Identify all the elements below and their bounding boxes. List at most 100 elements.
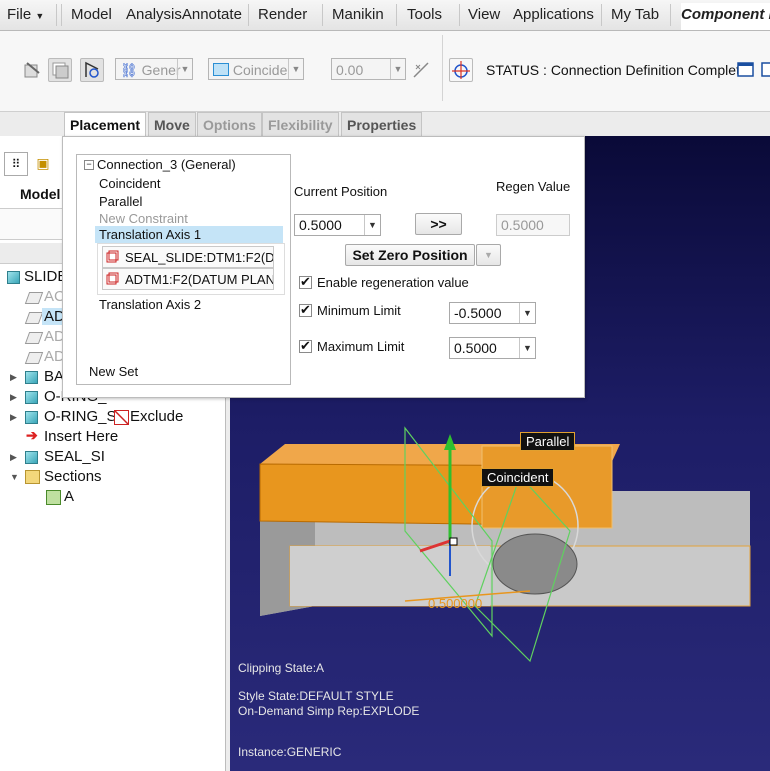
translation-axis-2[interactable]: Translation Axis 2: [99, 297, 201, 312]
tree-item-sections[interactable]: Sections: [44, 468, 102, 485]
reference-seal-slide[interactable]: SEAL_SLIDE:DTM1:F2(D: [102, 246, 274, 268]
status-text: STATUS : Connection Definition Complete.: [486, 62, 752, 78]
maximum-limit-checkbox[interactable]: [299, 338, 312, 354]
set-zero-dropdown[interactable]: ▼: [476, 244, 501, 266]
chevron-down-icon: ▼: [484, 250, 493, 260]
menu-render[interactable]: Render: [258, 6, 307, 23]
regen-value-input[interactable]: 0.5000: [496, 214, 570, 236]
tab-properties[interactable]: Properties: [341, 112, 423, 136]
callout-coincident[interactable]: Coincident: [481, 468, 555, 487]
regen-value-label: Regen Value: [496, 179, 571, 194]
translation-axis-1[interactable]: Translation Axis 1: [99, 227, 201, 242]
divider: [61, 4, 62, 26]
callout-parallel[interactable]: Parallel: [520, 432, 576, 451]
coincident-icon: [213, 63, 229, 76]
expand-arrow-icon[interactable]: ▶: [10, 412, 17, 423]
tree-item-base[interactable]: BA: [44, 368, 64, 385]
menu-applications[interactable]: Applications: [513, 6, 594, 23]
expand-arrow-icon[interactable]: ▶: [10, 392, 17, 403]
dimension-value[interactable]: 0.500000: [428, 596, 482, 611]
menu-view[interactable]: View: [468, 6, 500, 23]
minimum-limit-input[interactable]: -0.5000 ▼: [449, 302, 536, 324]
menu-manikin[interactable]: Manikin: [332, 6, 384, 23]
copy-to-regen-button[interactable]: >>: [415, 213, 462, 235]
tree-item-o-ring-2[interactable]: O-RING_S: [44, 408, 117, 425]
tree-item-section-a[interactable]: A: [64, 488, 74, 505]
divider: [670, 4, 671, 26]
ribbon: ⛓ Gener ▼ Coincide ▼ 0.00 ▼ STATUS : Con…: [0, 31, 770, 112]
expand-arrow-icon[interactable]: ▶: [10, 372, 17, 383]
chevron-down-icon: ▼: [177, 59, 192, 79]
part-icon: [25, 391, 38, 404]
tab-move[interactable]: Move: [148, 112, 196, 136]
placement-panel: − Connection_3 (General) Coincident Para…: [62, 136, 585, 398]
menu-bar: File ▼ Model AnalysisAnnotate Render Man…: [0, 0, 770, 31]
constraint-type-select[interactable]: Coincide ▼: [208, 58, 304, 80]
collapse-icon[interactable]: −: [84, 160, 94, 170]
instance-state: Instance:GENERIC: [238, 745, 342, 759]
part-icon: [25, 371, 38, 384]
menu-my-tab[interactable]: My Tab: [611, 6, 659, 23]
constraint-type-value: Coincide: [232, 62, 288, 78]
constraint-tree: − Connection_3 (General) Coincident Para…: [76, 154, 291, 385]
separate-window-icon[interactable]: [734, 58, 758, 82]
tab-flexibility[interactable]: Flexibility: [262, 112, 339, 136]
part-icon: [25, 451, 38, 464]
show-in-window-icon[interactable]: [48, 58, 72, 82]
minimum-limit-label: Minimum Limit: [317, 303, 401, 318]
drag-components-icon[interactable]: [449, 58, 473, 82]
divider: [601, 4, 602, 26]
reference-adtm1[interactable]: ADTM1:F2(DATUM PLAN: [102, 268, 274, 290]
datum-plane-icon: [24, 332, 44, 344]
menu-tools[interactable]: Tools: [407, 6, 442, 23]
exclude-label: Exclude: [130, 408, 184, 425]
assembly-icon: [7, 271, 20, 284]
reference-seal-slide-label: SEAL_SLIDE:DTM1:F2(D: [125, 250, 274, 265]
current-window-icon[interactable]: [758, 58, 770, 82]
model-tree-tab-icon[interactable]: ⠿: [4, 152, 28, 176]
user-defined-icon[interactable]: [20, 58, 44, 82]
chevron-down-icon: ▼: [390, 59, 405, 79]
menu-analysis-annotate[interactable]: AnalysisAnnotate: [126, 6, 242, 23]
expand-arrow-icon[interactable]: ▶: [10, 452, 17, 463]
layer-tree-tab-icon[interactable]: ▣: [32, 152, 54, 174]
set-zero-position-button[interactable]: Set Zero Position: [345, 244, 475, 266]
datum-plane-icon: [24, 352, 44, 364]
constraint-coincident[interactable]: Coincident: [99, 176, 160, 191]
collapse-arrow-icon[interactable]: ▼: [10, 472, 19, 482]
tree-item-insert-here[interactable]: Insert Here: [44, 428, 118, 445]
enable-regen-checkbox[interactable]: [299, 274, 312, 290]
current-position-input[interactable]: 0.5000 ▼: [294, 214, 381, 236]
drag-handle: [449, 537, 458, 546]
tab-component-placement[interactable]: Component P: [681, 3, 770, 30]
minimum-limit-checkbox[interactable]: [299, 302, 312, 318]
maximum-limit-input[interactable]: 0.5000 ▼: [449, 337, 536, 359]
new-constraint[interactable]: New Constraint: [99, 211, 188, 226]
chevron-down-icon: ▼: [519, 338, 535, 358]
tab-options[interactable]: Options: [197, 112, 262, 136]
insert-arrow-icon: ➔: [26, 427, 38, 443]
divider: [396, 4, 397, 26]
drag-axis-y-arrow: [444, 434, 456, 450]
menu-file[interactable]: File ▼: [7, 6, 44, 23]
maximum-limit-value: 0.5000: [454, 340, 497, 356]
connection-type-select[interactable]: ⛓ Gener ▼: [115, 58, 193, 80]
constraint-parallel[interactable]: Parallel: [99, 194, 142, 209]
connection-type-icon: ⛓: [120, 62, 138, 78]
tree-item-seal-slide[interactable]: SEAL_SI: [44, 448, 105, 465]
tab-placement[interactable]: Placement: [64, 112, 147, 137]
chevron-down-icon: ▼: [288, 59, 303, 79]
menu-model[interactable]: Model: [71, 6, 112, 23]
enable-regen-label: Enable regeneration value: [317, 275, 469, 290]
maximum-limit-label: Maximum Limit: [317, 339, 405, 354]
new-set[interactable]: New Set: [89, 364, 138, 379]
mechanism-icon[interactable]: [80, 58, 104, 82]
slide-block: [481, 445, 613, 529]
divider: [459, 4, 460, 26]
tree-item-slide[interactable]: SLIDE: [24, 268, 67, 285]
menu-file-label: File: [7, 6, 32, 23]
offset-input[interactable]: 0.00 ▼: [331, 58, 406, 80]
connection-item[interactable]: Connection_3 (General): [97, 157, 236, 172]
flip-icon[interactable]: [409, 58, 433, 82]
style-state: Style State:DEFAULT STYLE: [238, 689, 394, 703]
